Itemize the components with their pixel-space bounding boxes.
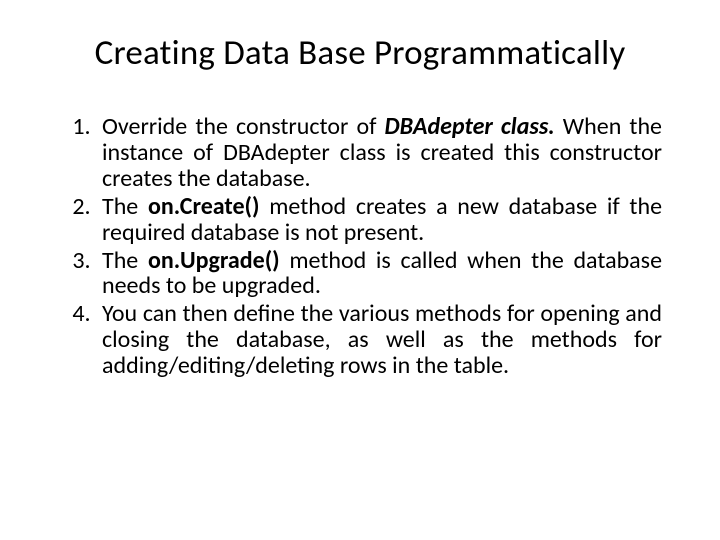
slide: Creating Data Base Programmatically Over… <box>0 0 720 540</box>
text-run: The <box>102 246 148 275</box>
list-item: The on.Create() method creates a new dat… <box>96 194 662 246</box>
bold-run: on.Upgrade() <box>148 246 280 275</box>
text-run: The <box>102 192 148 221</box>
list-item: Override the constructor of DBAdepter cl… <box>96 114 662 192</box>
text-run: You can then define the various methods … <box>102 299 662 380</box>
list-item: The on.Upgrade() method is called when t… <box>96 248 662 300</box>
numbered-list: Override the constructor of DBAdepter cl… <box>52 114 668 379</box>
emphasis-run: DBAdepter class. <box>385 112 555 141</box>
text-run: Override the constructor of <box>102 112 385 141</box>
slide-title: Creating Data Base Programmatically <box>52 32 668 74</box>
bold-run: on.Create() <box>148 192 260 221</box>
list-item: You can then define the various methods … <box>96 301 662 379</box>
